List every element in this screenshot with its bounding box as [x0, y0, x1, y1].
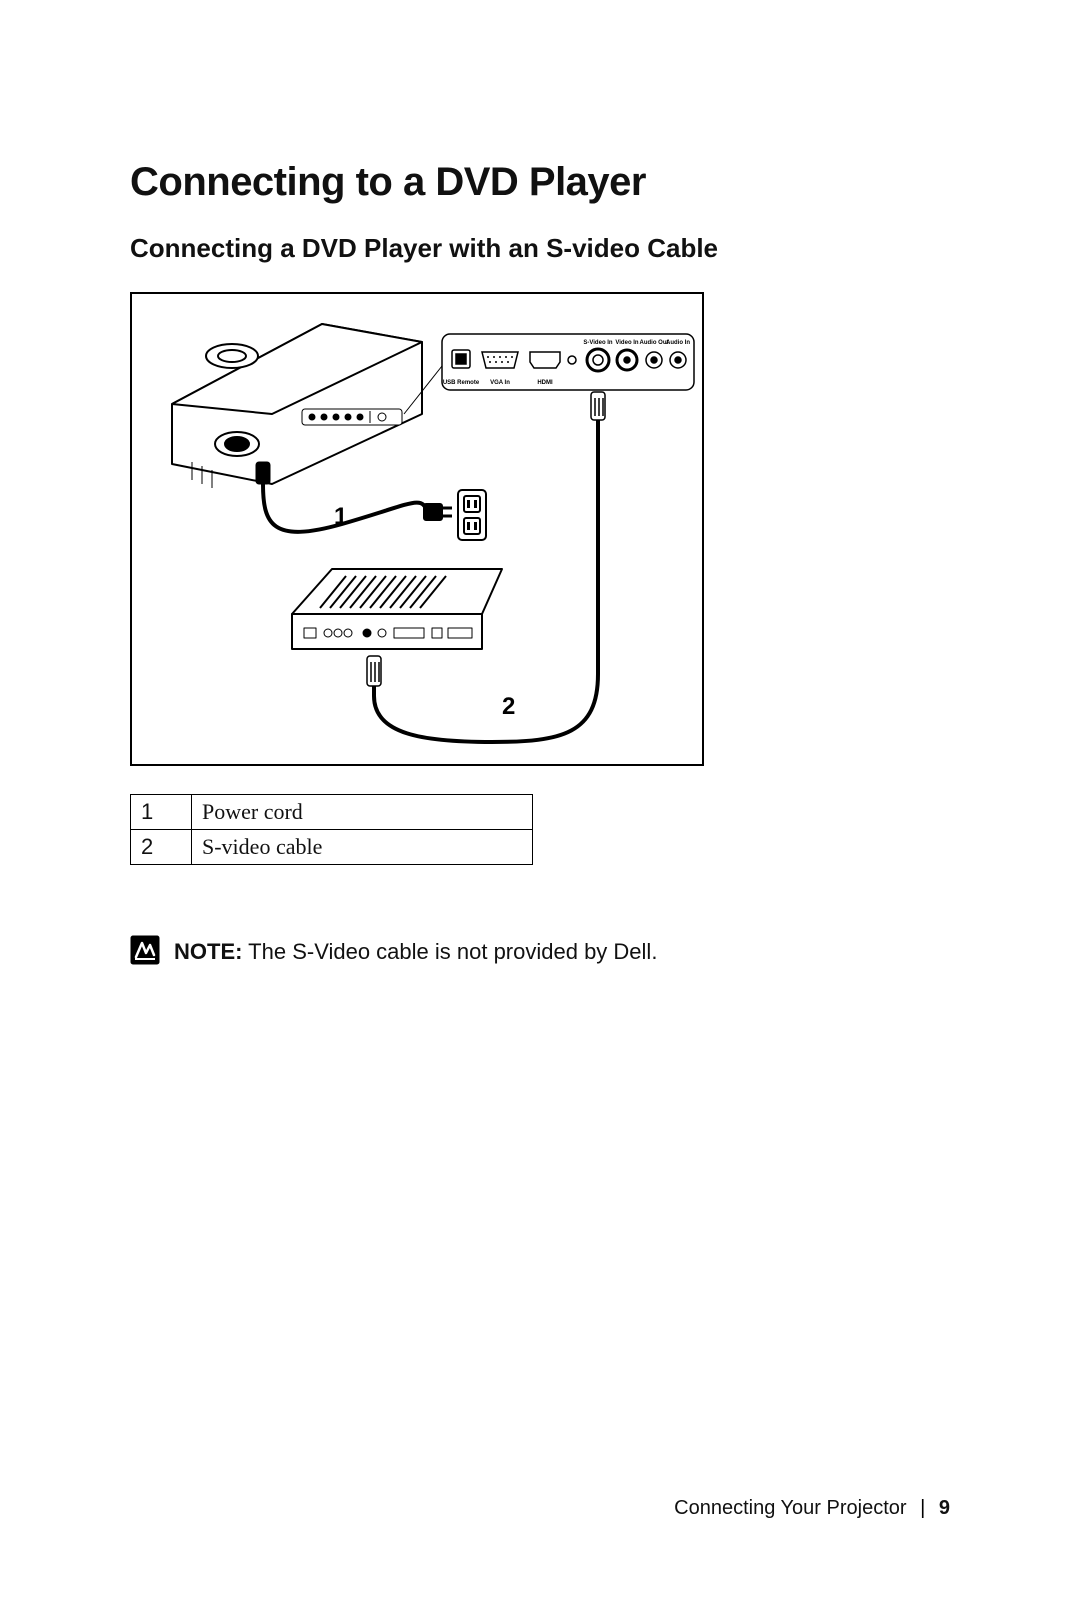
port-label-vga: VGA In — [490, 380, 510, 386]
legend-desc: Power cord — [192, 795, 533, 830]
legend-table: 1 Power cord 2 S-video cable — [130, 794, 533, 865]
connection-diagram: USB Remote VGA In HDMI S-Video In Video … — [130, 292, 704, 766]
port-label-audio-out: Audio Out — [640, 340, 669, 346]
legend-num: 1 — [131, 795, 192, 830]
footer-chapter: Connecting Your Projector — [674, 1497, 906, 1519]
footer-separator: | — [920, 1497, 925, 1519]
legend-row: 2 S-video cable — [131, 830, 533, 865]
legend-num: 2 — [131, 830, 192, 865]
port-label-svideo: S-Video In — [583, 340, 613, 346]
note-icon — [130, 935, 160, 965]
port-label-audio-in: Audio In — [666, 340, 690, 346]
port-label-usb: USB Remote — [443, 380, 480, 386]
dvd-player-illustration — [292, 569, 502, 649]
legend-row: 1 Power cord — [131, 795, 533, 830]
note: NOTE: The S-Video cable is not provided … — [130, 935, 960, 968]
callout-2: 2 — [502, 693, 515, 720]
port-label-hdmi: HDMI — [537, 380, 553, 386]
diagram-svg: USB Remote VGA In HDMI S-Video In Video … — [132, 294, 702, 764]
note-body: The S-Video cable is not provided by Del… — [242, 939, 657, 964]
footer-page-number: 9 — [939, 1497, 950, 1519]
legend-desc: S-video cable — [192, 830, 533, 865]
note-text: NOTE: The S-Video cable is not provided … — [174, 935, 657, 968]
projector-illustration — [172, 324, 442, 488]
note-label: NOTE: — [174, 939, 242, 964]
section-title: Connecting to a DVD Player — [130, 160, 960, 205]
port-label-video: Video In — [615, 340, 639, 346]
page-footer: Connecting Your Projector | 9 — [674, 1497, 950, 1520]
callout-1: 1 — [334, 503, 347, 530]
subsection-title: Connecting a DVD Player with an S-video … — [130, 233, 960, 264]
svideo-cable — [367, 392, 605, 742]
